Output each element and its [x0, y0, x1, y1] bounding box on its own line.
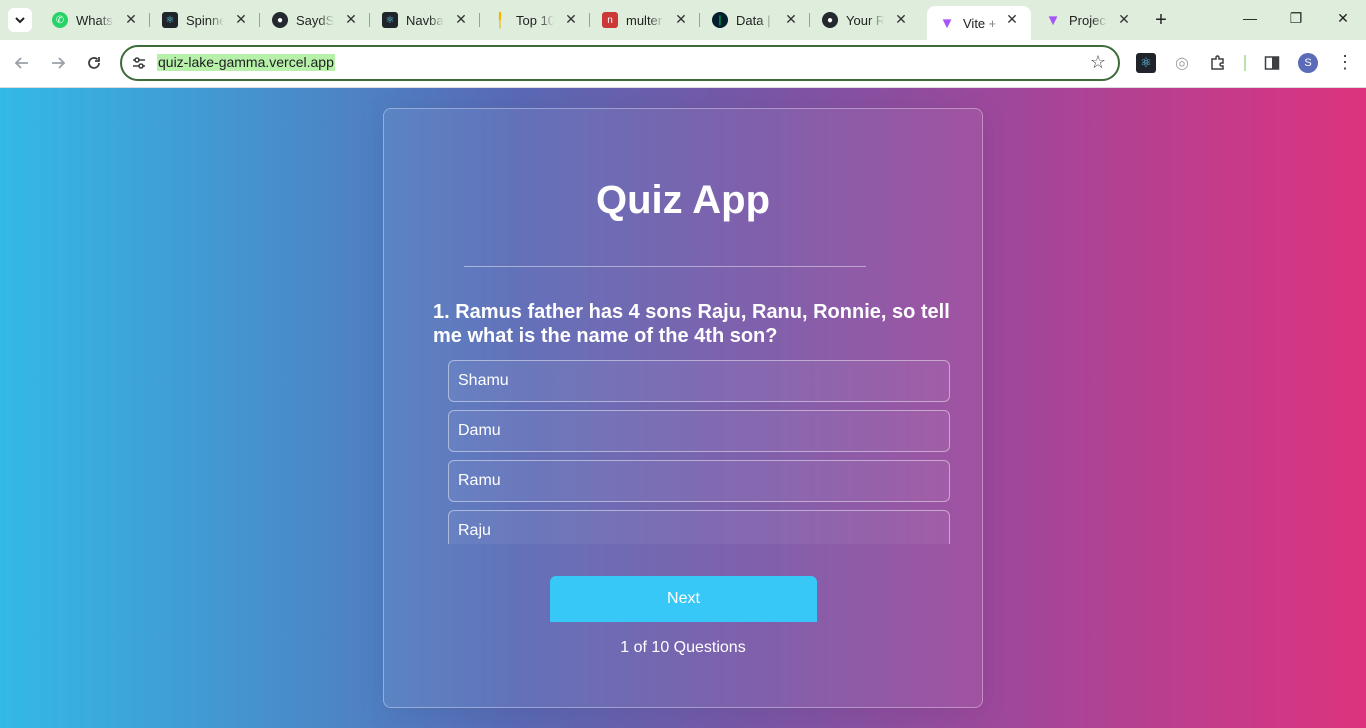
extension-icon[interactable]: ◎ — [1172, 53, 1192, 73]
side-panel-glyph — [1264, 56, 1280, 70]
forward-button[interactable] — [47, 52, 69, 74]
address-bar[interactable]: quiz-lake-gamma.vercel.app ☆ — [120, 45, 1120, 81]
tab-title: Vite + R — [963, 15, 1001, 31]
tab-title: Top 100 — [516, 12, 554, 28]
tab-spinner[interactable]: ⚛ Spinner ✕ — [150, 6, 260, 34]
quiz-title: Quiz App — [595, 178, 771, 222]
restore-icon[interactable]: ❐ — [1286, 10, 1306, 27]
arrow-right-icon — [52, 57, 66, 69]
tab-title: Project — [1069, 12, 1107, 28]
url-text[interactable]: quiz-lake-gamma.vercel.app — [157, 54, 335, 71]
side-panel-icon[interactable] — [1262, 53, 1282, 73]
toolbar-divider — [1244, 55, 1246, 71]
github-icon: ● — [822, 12, 838, 28]
vite-icon: ▼ — [1045, 11, 1061, 29]
tab-title: SaydSahil — [296, 12, 334, 28]
chart-icon: ╿ — [495, 11, 505, 28]
close-icon[interactable]: ✕ — [342, 11, 360, 28]
tab-title: Data | C — [736, 12, 774, 28]
puzzle-icon — [1211, 55, 1224, 70]
npm-icon: n — [602, 12, 618, 28]
tab-whatsapp[interactable]: ✆ WhatsApp ✕ — [40, 6, 150, 34]
close-icon[interactable]: ✕ — [1003, 11, 1021, 28]
option-damu[interactable]: Damu — [448, 410, 950, 452]
close-icon[interactable]: ✕ — [782, 11, 800, 28]
tab-multer[interactable]: n multer ✕ — [590, 6, 700, 34]
divider — [464, 266, 866, 267]
close-icon[interactable]: ✕ — [562, 11, 580, 28]
window-close-icon[interactable]: ✕ — [1333, 10, 1353, 27]
question-text: 1. Ramus father has 4 sons Raju, Ranu, R… — [433, 301, 950, 347]
close-icon[interactable]: ✕ — [892, 11, 910, 28]
github-icon: ● — [272, 12, 288, 28]
tab-navbar[interactable]: ⚛ Navbar ✕ — [370, 6, 480, 34]
close-icon[interactable]: ✕ — [232, 11, 250, 28]
reload-icon — [88, 57, 100, 69]
option-raju[interactable]: Raju — [448, 510, 950, 544]
tab-mongodb-data[interactable]: ❘ Data | C ✕ — [700, 6, 810, 34]
whatsapp-icon: ✆ — [52, 12, 68, 28]
tab-github-your-repo[interactable]: ● Your Re ✕ — [810, 6, 920, 34]
minimize-icon[interactable]: — — [1240, 10, 1260, 26]
react-icon: ⚛ — [162, 12, 178, 28]
close-icon[interactable]: ✕ — [452, 11, 470, 28]
option-shamu[interactable]: Shamu — [448, 360, 950, 402]
tab-title: Spinner — [186, 12, 224, 28]
back-button[interactable] — [11, 52, 33, 74]
extensions-puzzle-icon[interactable] — [1208, 53, 1228, 73]
react-devtools-icon[interactable]: ⚛ — [1136, 53, 1156, 73]
chevron-down-icon — [15, 17, 25, 24]
tab-vite-react-active[interactable]: ▼ Vite + R ✕ — [927, 6, 1031, 40]
tab-strip: ✆ WhatsApp ✕ ⚛ Spinner ✕ ● SaydSahil ✕ ⚛… — [0, 0, 1366, 40]
reload-button[interactable] — [83, 52, 105, 74]
mongodb-icon: ❘ — [712, 12, 728, 28]
tab-title: Navbar — [406, 12, 444, 28]
bookmark-star-icon[interactable]: ☆ — [1090, 52, 1106, 73]
close-icon[interactable]: ✕ — [672, 11, 690, 28]
vite-icon: ▼ — [939, 14, 955, 32]
new-tab-button[interactable]: + — [1150, 9, 1172, 31]
tab-title: multer — [626, 12, 663, 28]
tab-title: Your Re — [846, 12, 884, 28]
close-icon[interactable]: ✕ — [1115, 11, 1133, 28]
site-settings-icon[interactable] — [130, 54, 148, 72]
react-icon: ⚛ — [382, 12, 398, 28]
tab-title: WhatsApp — [76, 12, 114, 28]
page-background: Quiz App 1. Ramus father has 4 sons Raju… — [0, 88, 1366, 728]
quiz-card: Quiz App 1. Ramus father has 4 sons Raju… — [383, 108, 983, 708]
tab-github-saydsahil[interactable]: ● SaydSahil ✕ — [260, 6, 370, 34]
profile-avatar[interactable]: S — [1298, 53, 1318, 73]
more-menu-icon[interactable]: ⋮ — [1336, 52, 1354, 73]
tab-project[interactable]: ▼ Project ✕ — [1033, 6, 1143, 34]
arrow-left-icon — [14, 57, 28, 69]
next-button[interactable]: Next — [550, 576, 817, 622]
question-progress: 1 of 10 Questions — [620, 639, 746, 656]
tab-top100[interactable]: ╿ Top 100 ✕ — [480, 6, 590, 34]
option-ramu[interactable]: Ramu — [448, 460, 950, 502]
tab-search-button[interactable] — [8, 8, 32, 32]
browser-toolbar: quiz-lake-gamma.vercel.app ☆ ⚛ ◎ S ⋮ — [0, 40, 1366, 88]
options-list: Shamu Damu Ramu Raju — [448, 360, 950, 544]
close-icon[interactable]: ✕ — [122, 11, 140, 28]
